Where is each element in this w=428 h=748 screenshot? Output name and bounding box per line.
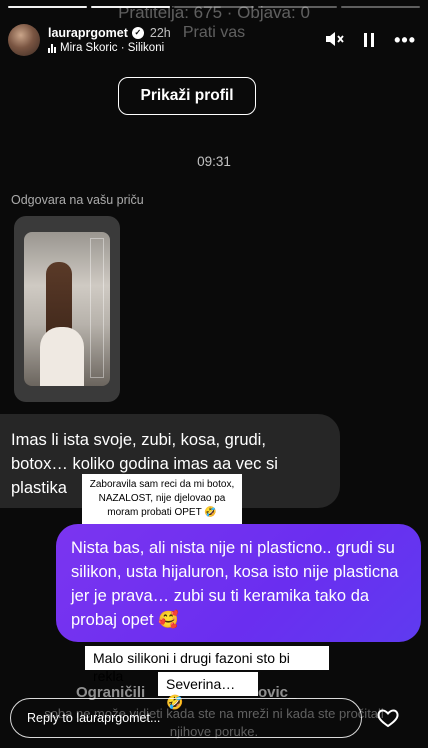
reply-input[interactable] (10, 698, 362, 738)
text-sticker-botox: Zaboravila sam reci da mi botox, NAZALOS… (82, 474, 242, 524)
progress-segment (8, 6, 88, 8)
story-reply-note: Odgovara na vašu priču (11, 193, 144, 207)
story-progress (8, 6, 421, 8)
story-actions: ••• (324, 30, 416, 51)
progress-segment (257, 6, 337, 8)
username[interactable]: lauraprgomet (48, 26, 128, 40)
avatar[interactable] (8, 24, 40, 56)
story-image (24, 232, 110, 386)
music-label: Mira Skoric · Silikoni (60, 42, 165, 54)
sent-message[interactable]: Nista bas, ali nista nije ni plasticno..… (56, 524, 421, 642)
text-sticker-silikoni: Malo silikoni i drugi fazoni sto bi rekl… (85, 646, 329, 684)
progress-segment (174, 6, 254, 8)
view-profile-button[interactable]: Prikaži profil (118, 77, 256, 115)
mirror-frame (90, 238, 104, 378)
story-header: lauraprgomet ✓ 22h Mira Skoric · Silikon… (8, 20, 420, 60)
story-time: 22h (149, 26, 171, 40)
text-sticker-severina: Severina…🤣 (158, 672, 258, 710)
music-line[interactable]: Mira Skoric · Silikoni (48, 42, 171, 54)
author-line: lauraprgomet ✓ 22h (48, 26, 171, 40)
more-icon[interactable]: ••• (394, 31, 416, 49)
mute-icon[interactable] (324, 30, 344, 51)
replied-story-thumbnail[interactable] (14, 216, 120, 402)
story-author-info: lauraprgomet ✓ 22h Mira Skoric · Silikon… (48, 26, 171, 54)
pause-icon[interactable] (364, 33, 375, 47)
progress-segment (91, 6, 171, 8)
music-bars-icon (48, 43, 56, 53)
heart-icon[interactable] (376, 706, 400, 730)
body-shape (40, 327, 84, 386)
progress-segment (340, 6, 421, 8)
verified-badge-icon: ✓ (131, 27, 144, 39)
message-timestamp: 09:31 (197, 154, 231, 169)
